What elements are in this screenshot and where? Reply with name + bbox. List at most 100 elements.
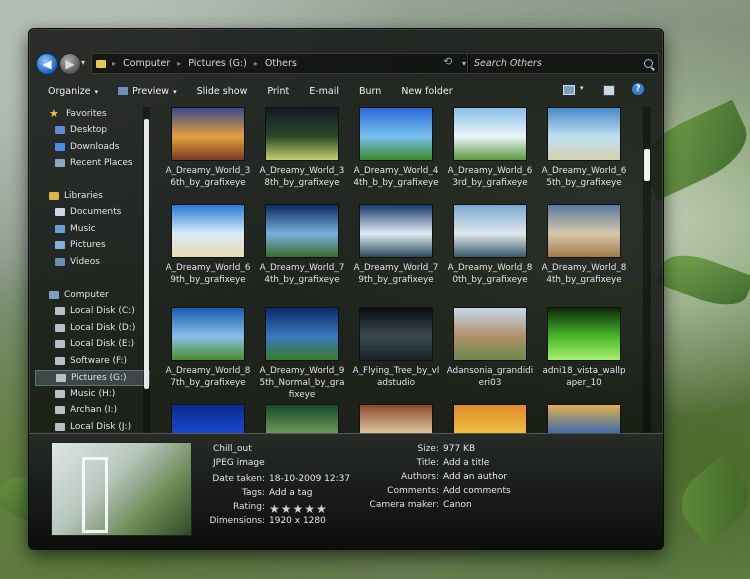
file-list-scrollbar-thumb[interactable]	[644, 149, 650, 181]
detail-key: Tags:	[242, 488, 265, 498]
file-tile[interactable]	[352, 404, 440, 433]
recent-pages-icon[interactable]: ▾	[81, 58, 85, 67]
nav-local-disk-j[interactable]: Local Disk (J:)	[35, 420, 131, 433]
image-thumbnail	[359, 107, 433, 161]
forward-button[interactable]: ▶	[59, 53, 81, 75]
nav-music-h[interactable]: Music (H:)	[35, 387, 115, 401]
file-tile[interactable]: A_Dreamy_World_95th_Normal_by_grafixeye	[258, 307, 346, 401]
file-tile[interactable]	[540, 404, 628, 433]
file-name: A_Dreamy_World_63rd_by_grafixeye	[447, 166, 533, 188]
address-bar[interactable]: ▸ Computer ▸ Pictures (G:) ▸ Others ▾	[91, 53, 471, 74]
burn-button[interactable]: Burn	[349, 86, 391, 97]
file-tile[interactable]: A_Dreamy_World_44th_b_by_grafixeye	[352, 107, 440, 189]
slide-show-button[interactable]: Slide show	[187, 86, 258, 97]
nav-local-disk-e[interactable]: Local Disk (E:)	[35, 337, 134, 351]
file-tile[interactable]: A_Dreamy_World_63rd_by_grafixeye	[446, 107, 534, 189]
image-thumbnail	[171, 307, 245, 361]
rating-stars[interactable]: ★★★★★	[269, 502, 328, 516]
file-tile[interactable]: A_Dreamy_World_84th_by_grafixeye	[540, 204, 628, 286]
file-tile[interactable]	[446, 404, 534, 433]
nav-item-label: Documents	[70, 207, 122, 217]
detail-value: 977 KB	[443, 444, 476, 454]
file-tile[interactable]: A_Dreamy_World_38th_by_grafixeye	[258, 107, 346, 189]
file-list: A_Dreamy_World_36th_by_grafixeye A_Dreamy…	[159, 107, 643, 433]
nav-documents[interactable]: Documents	[35, 205, 121, 219]
nav-item-label: Music	[70, 224, 96, 234]
email-button[interactable]: E-mail	[299, 86, 349, 97]
new-folder-button[interactable]: New folder	[391, 86, 462, 97]
nav-pictures[interactable]: Pictures	[35, 238, 106, 252]
detail-key: Comments:	[387, 486, 439, 496]
nav-libraries[interactable]: Libraries	[35, 189, 103, 203]
breadcrumb-computer[interactable]: Computer	[116, 58, 177, 69]
file-name: A_Dreamy_World_80th_by_grafixeye	[447, 263, 533, 285]
nav-downloads[interactable]: Downloads	[35, 140, 119, 154]
preview-button[interactable]: Preview ▾	[108, 86, 187, 97]
preview-pane-icon[interactable]	[603, 85, 615, 96]
organize-button[interactable]: Organize ▾	[38, 86, 108, 97]
disk-icon	[55, 307, 65, 315]
file-tile[interactable]: A_Dreamy_World_79th_by_grafixeye	[352, 204, 440, 286]
search-icon[interactable]	[644, 59, 653, 68]
file-tile[interactable]: A_Dreamy_World_87th_by_grafixeye	[164, 307, 252, 389]
selected-file-type: JPEG image	[213, 458, 265, 468]
view-options-chevron-icon[interactable]: ▾	[580, 84, 584, 92]
file-name: A_Dreamy_World_44th_b_by_grafixeye	[353, 166, 439, 188]
computer-icon	[49, 291, 59, 299]
star-icon: ★	[49, 107, 59, 120]
nav-item-label: Favorites	[66, 109, 107, 119]
nav-pictures-g[interactable]: Pictures (G:)	[35, 370, 150, 386]
file-tile[interactable]: A_Flying_Tree_by_vladstudio	[352, 307, 440, 389]
pictures-icon	[55, 241, 65, 249]
detail-value[interactable]: Add comments	[443, 486, 511, 496]
disk-icon	[55, 423, 65, 431]
selected-file-name: Chill_out	[213, 444, 252, 454]
breadcrumb-pictures[interactable]: Pictures (G:)	[181, 58, 254, 69]
help-icon[interactable]: ?	[632, 83, 644, 95]
explorer-window: ◀ ▶ ▾ ▸ Computer ▸ Pictures (G:) ▸ Other…	[28, 28, 664, 550]
breadcrumb-others[interactable]: Others	[258, 58, 304, 69]
nav-local-disk-d[interactable]: Local Disk (D:)	[35, 321, 135, 335]
documents-icon	[55, 208, 65, 216]
disk-icon	[55, 390, 65, 398]
file-tile[interactable]: A_Dreamy_World_36th_by_grafixeye	[164, 107, 252, 189]
nav-music[interactable]: Music	[35, 222, 96, 236]
nav-videos[interactable]: Videos	[35, 255, 100, 269]
nav-computer[interactable]: Computer	[35, 288, 109, 302]
nav-item-label: Recent Places	[70, 158, 133, 168]
file-tile[interactable]: A_Dreamy_World_74th_by_grafixeye	[258, 204, 346, 286]
nav-recent-places[interactable]: Recent Places	[35, 156, 133, 170]
file-tile[interactable]	[164, 404, 252, 433]
search-input[interactable]: Search Others	[468, 58, 542, 69]
image-thumbnail	[171, 107, 245, 161]
detail-value[interactable]: Add a tag	[269, 488, 312, 498]
refresh-icon[interactable]: ⟲	[443, 55, 452, 68]
nav-software-f[interactable]: Software (F:)	[35, 354, 127, 368]
detail-value[interactable]: Add a title	[443, 458, 489, 468]
image-thumbnail	[359, 404, 433, 433]
back-button[interactable]: ◀	[36, 53, 58, 75]
disk-icon	[55, 357, 65, 365]
nav-desktop[interactable]: Desktop	[35, 123, 107, 137]
image-thumbnail	[547, 107, 621, 161]
nav-favorites[interactable]: ★ Favorites	[35, 107, 107, 121]
change-view-icon[interactable]	[563, 85, 575, 95]
image-thumbnail	[453, 404, 527, 433]
detail-value[interactable]: Add an author	[443, 472, 507, 482]
search-box[interactable]: Search Others	[467, 53, 659, 74]
file-tile[interactable]: Adansonia_grandidieri03	[446, 307, 534, 389]
nav-item-label: Local Disk (D:)	[70, 323, 136, 333]
nav-local-disk-c[interactable]: Local Disk (C:)	[35, 304, 135, 318]
navigation-scrollbar-thumb[interactable]	[144, 119, 149, 389]
file-tile[interactable]	[258, 404, 346, 433]
file-tile[interactable]: A_Dreamy_World_65th_by_grafixeye	[540, 107, 628, 189]
print-button[interactable]: Print	[257, 86, 299, 97]
file-tile[interactable]: A_Dreamy_World_69th_by_grafixeye	[164, 204, 252, 286]
address-dropdown-icon[interactable]: ▾	[462, 59, 466, 68]
nav-archan-i[interactable]: Archan (I:)	[35, 403, 117, 417]
file-name: A_Dreamy_World_95th_Normal_by_grafixeye	[259, 366, 345, 400]
file-tile[interactable]: adni18_vista_wallpaper_10	[540, 307, 628, 389]
file-tile[interactable]: A_Dreamy_World_80th_by_grafixeye	[446, 204, 534, 286]
file-name: adni18_vista_wallpaper_10	[542, 366, 626, 388]
details-pane: Chill_out JPEG image ★★★★★ Date taken: 18…	[29, 433, 663, 549]
